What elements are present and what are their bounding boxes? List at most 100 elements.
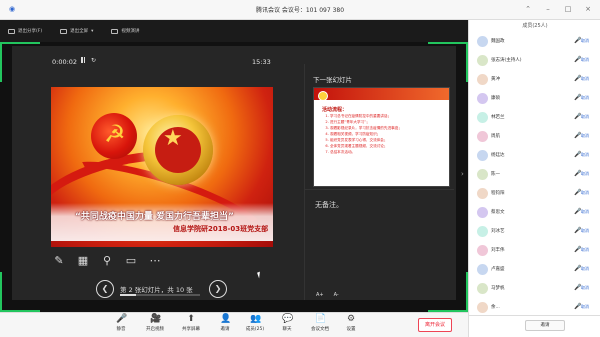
member-row[interactable]: 林若兰 🎤 取消 [469, 108, 600, 126]
member-name: 周航 [491, 134, 500, 139]
member-row[interactable]: 刘冰艺 🎤 取消 [469, 222, 600, 240]
video-speech-button[interactable]: 视频演讲 [111, 28, 139, 34]
member-action-link[interactable]: 取消 [581, 114, 589, 120]
invite-icon: 👤 [220, 314, 232, 324]
member-action-link[interactable]: 取消 [581, 247, 589, 253]
exit-share-button[interactable]: 退出分享(F) [8, 28, 42, 34]
share-screen-button[interactable]: ⬆ 共享屏幕 [176, 315, 206, 333]
chevron-down-icon: ▾ [91, 28, 94, 34]
member-row[interactable]: 程钧阳 🎤 取消 [469, 184, 600, 202]
invite-button[interactable]: 邀请 [525, 320, 565, 331]
window-controls: ⌃ – □ × [524, 5, 592, 13]
avatar [477, 93, 488, 104]
avatar [477, 264, 488, 275]
slide-title: “共同战疫中国力量 爱国力行吾辈担当” [75, 212, 234, 222]
font-decrease-button[interactable]: A- [334, 292, 339, 298]
next-slide-list-item: 总结本次活动。 [330, 149, 446, 155]
toolbar-label: 聊天 [282, 327, 292, 332]
pen-icon[interactable]: ✎ [52, 254, 66, 268]
maximize-icon[interactable]: □ [564, 5, 572, 13]
document-icon: 📄 [315, 314, 327, 324]
meeting-docs-button[interactable]: 📄 会议文档 [305, 314, 335, 333]
start-video-button[interactable]: 🎥 开启视频 [140, 314, 170, 333]
member-row[interactable]: 余... 🎤 取消 [469, 298, 600, 316]
avatar [477, 188, 488, 199]
member-action-link[interactable]: 取消 [581, 38, 589, 44]
next-slide-label: 下一张幻灯片 [313, 76, 352, 84]
member-name: 林若兰 [491, 115, 505, 120]
window-title: 腾讯会议 会议号：101 097 380 [255, 7, 345, 14]
member-action-link[interactable]: 取消 [581, 266, 589, 272]
reset-timer-icon[interactable]: ↻ [91, 57, 96, 64]
speaker-notes: 无备注。 [315, 201, 343, 209]
chat-icon: 💬 [282, 314, 294, 324]
invite-button[interactable]: 👤 邀请 [210, 314, 240, 333]
next-slide-preview[interactable]: 活动流程： 学习总书记在疫情防控中的重要讲话；进行主题“青年大学习”；观看影视纪… [313, 87, 450, 187]
zoom-icon[interactable]: ⚲ [100, 254, 114, 268]
member-action-link[interactable]: 取消 [581, 152, 589, 158]
mute-button[interactable]: 🎤 静音 [106, 315, 136, 333]
title-bar: 腾讯会议 会议号：101 097 380 ◉ ⌃ – □ × [0, 0, 600, 20]
minimize-icon[interactable]: – [544, 5, 552, 13]
avatar [477, 36, 488, 47]
member-row[interactable]: 杨廷达 🎤 取消 [469, 146, 600, 164]
member-action-link[interactable]: 取消 [581, 285, 589, 291]
toolbar-label: 开启视频 [146, 327, 164, 332]
member-action-link[interactable]: 取消 [581, 190, 589, 196]
avatar [477, 302, 488, 313]
settings-icon: ⚙ [346, 314, 356, 324]
member-row[interactable]: 黄冲 🎤 取消 [469, 70, 600, 88]
app-window: 腾讯会议 会议号：101 097 380 ◉ ⌃ – □ × 退出分享(F) 退… [0, 0, 600, 337]
member-action-link[interactable]: 取消 [581, 76, 589, 82]
member-name: 刘冰艺 [491, 229, 505, 234]
presenter-tools: ✎ ▦ ⚲ ▭ ⋯ [52, 254, 172, 272]
member-row[interactable]: 陈一 🎤 取消 [469, 165, 600, 183]
members-button[interactable]: 👥 成员(25) [240, 314, 270, 333]
settings-button[interactable]: ⚙ 设置 [336, 314, 366, 333]
member-name: 程钧阳 [491, 191, 505, 196]
pin-icon[interactable]: ⌃ [524, 5, 532, 13]
collapse-panel-icon[interactable]: › [461, 170, 464, 178]
members-icon: 👥 [250, 314, 262, 324]
member-action-link[interactable]: 取消 [581, 304, 589, 310]
video-icon: 🎥 [150, 314, 162, 324]
member-row[interactable]: 周航 🎤 取消 [469, 127, 600, 145]
member-name: 黄冲 [491, 77, 500, 82]
member-row[interactable]: 蔡思文 🎤 取消 [469, 203, 600, 221]
member-action-link[interactable]: 取消 [581, 228, 589, 234]
member-action-link[interactable]: 取消 [581, 95, 589, 101]
member-name: 刘丰伟 [491, 248, 505, 253]
more-options-icon[interactable]: ⋯ [148, 254, 162, 268]
next-slide-button[interactable]: ❯ [209, 280, 227, 298]
member-row[interactable]: 康硕 🎤 取消 [469, 89, 600, 107]
toolbar-label: 静音 [116, 327, 126, 332]
member-row[interactable]: 张志涛(主持人) 🎤 取消 [469, 51, 600, 69]
member-name: 卢嘉盛 [491, 267, 505, 272]
member-row[interactable]: 刘丰伟 🎤 取消 [469, 241, 600, 259]
member-action-link[interactable]: 取消 [581, 133, 589, 139]
previous-slide-button[interactable]: ❮ [96, 280, 114, 298]
font-increase-button[interactable]: A+ [316, 292, 324, 298]
member-name: 陈一 [491, 172, 500, 177]
black-screen-icon[interactable]: ▭ [124, 254, 138, 268]
member-action-link[interactable]: 取消 [581, 209, 589, 215]
share-toolbar: 退出分享(F) 退出全屏 ▾ 视频演讲 [0, 20, 468, 42]
pause-icon[interactable] [80, 57, 86, 63]
chat-button[interactable]: 💬 聊天 [272, 314, 302, 333]
member-row[interactable]: 卢嘉盛 🎤 取消 [469, 260, 600, 278]
exit-fullscreen-button[interactable]: 退出全屏 ▾ [60, 28, 93, 34]
toolbar-label: 邀请 [220, 327, 230, 332]
member-action-link[interactable]: 取消 [581, 57, 589, 63]
window-left-controls: ◉ [8, 5, 16, 13]
leave-meeting-button[interactable]: 离开会议 [418, 318, 452, 332]
member-row[interactable]: 魏国政 🎤 取消 [469, 32, 600, 50]
member-action-link[interactable]: 取消 [581, 171, 589, 177]
avatar [477, 283, 488, 294]
avatar [477, 131, 488, 142]
party-emblem-image: ☭ [91, 113, 137, 159]
member-row[interactable]: 马梦帆 🎤 取消 [469, 279, 600, 297]
close-icon[interactable]: × [584, 5, 592, 13]
see-all-slides-icon[interactable]: ▦ [76, 254, 90, 268]
avatar [477, 150, 488, 161]
avatar [477, 245, 488, 256]
